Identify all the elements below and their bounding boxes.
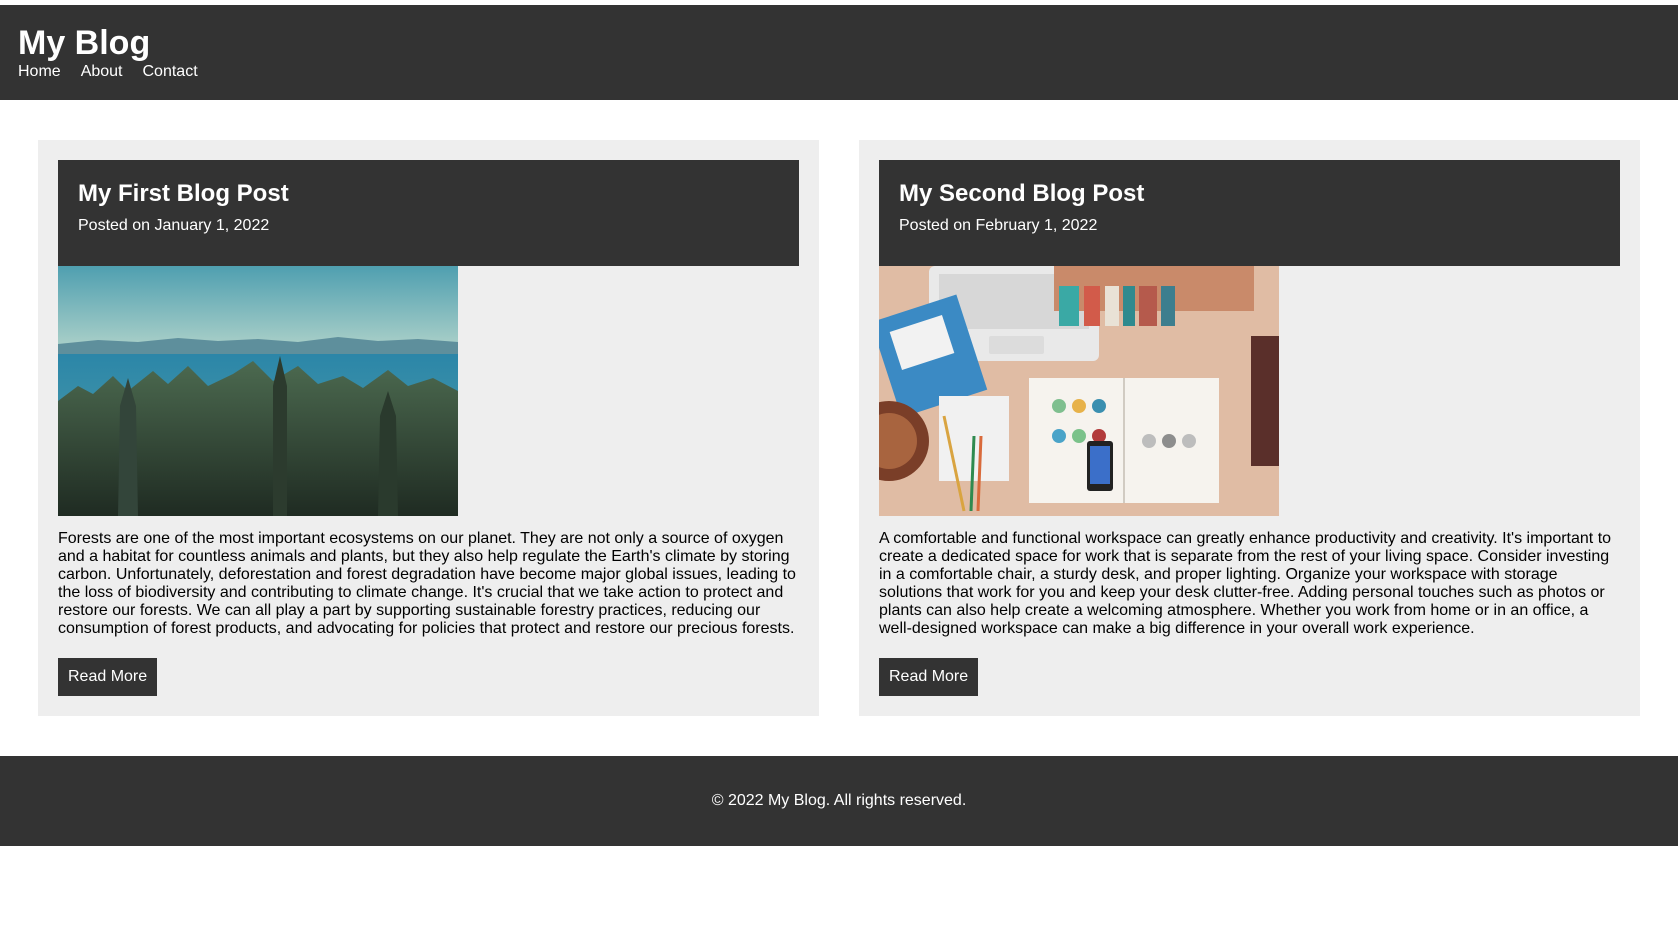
main-nav: Home About Contact (18, 62, 1660, 82)
post-header: My First Blog Post Posted on January 1, … (58, 160, 799, 266)
post-date: Posted on January 1, 2022 (78, 217, 270, 234)
post-title: My First Blog Post (78, 180, 289, 207)
site-header: My Blog Home About Contact (0, 5, 1678, 100)
post-header: My Second Blog Post Posted on February 1… (879, 160, 1620, 266)
blog-post-card: My First Blog Post Posted on January 1, … (38, 140, 819, 716)
site-title: My Blog (18, 24, 151, 62)
footer-copyright: © 2022 My Blog. All rights reserved. (711, 792, 967, 809)
read-more-button[interactable]: Read More (58, 658, 158, 696)
posts-container: My First Blog Post Posted on January 1, … (38, 140, 1640, 716)
forest-lake-image (58, 266, 458, 516)
post-body: A comfortable and functional workspace c… (879, 530, 1612, 637)
desk-workspace-image (879, 266, 1279, 516)
site-footer: © 2022 My Blog. All rights reserved. (0, 756, 1678, 846)
nav-link-about[interactable]: About (81, 62, 123, 82)
nav-link-home[interactable]: Home (18, 62, 61, 82)
read-more-button[interactable]: Read More (879, 658, 979, 696)
blog-post-card: My Second Blog Post Posted on February 1… (859, 140, 1640, 716)
post-body: Forests are one of the most important ec… (58, 530, 796, 637)
post-date: Posted on February 1, 2022 (899, 217, 1098, 234)
nav-link-contact[interactable]: Contact (143, 62, 198, 82)
post-title: My Second Blog Post (899, 180, 1145, 207)
